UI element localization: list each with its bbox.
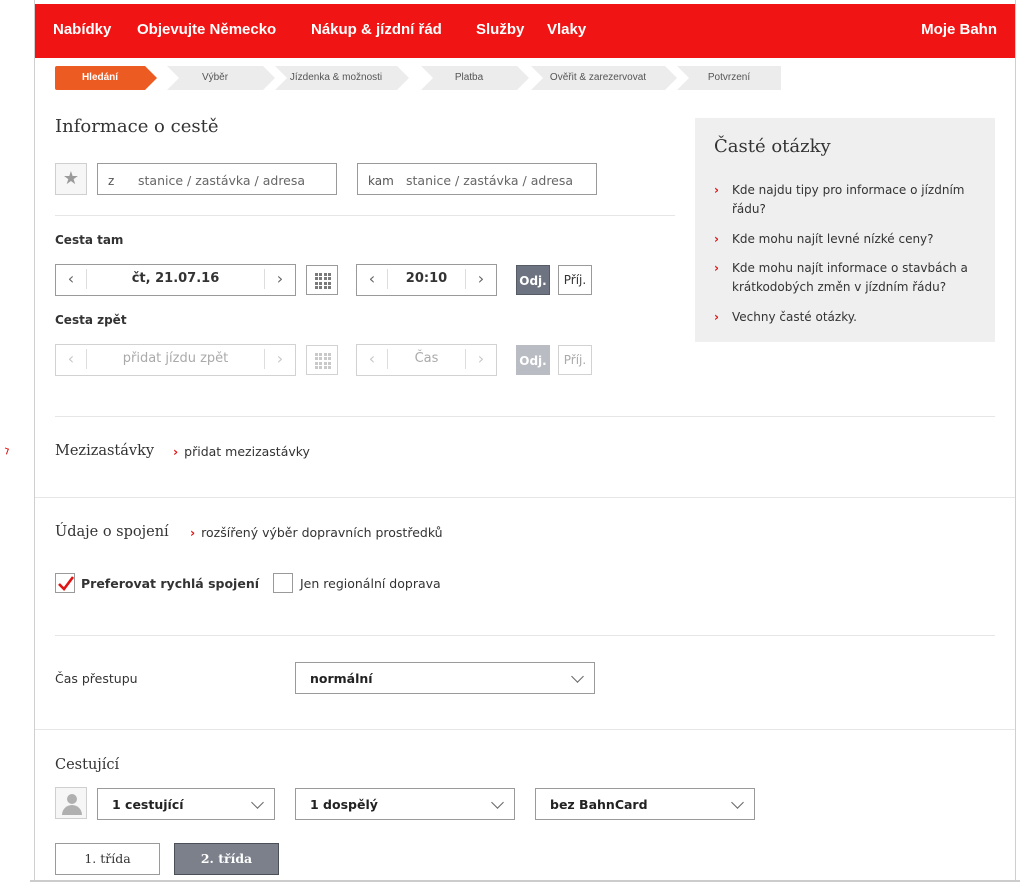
traveller-type-select[interactable]: 1 dospělý — [295, 788, 515, 820]
stray-mark — [3, 447, 9, 455]
chevron-right-icon: › — [714, 261, 719, 275]
chevron-down-icon — [491, 796, 504, 809]
nav-item-trains[interactable]: Vlaky — [547, 21, 586, 38]
from-prefix: z — [108, 174, 115, 188]
chevron-right-icon: › — [714, 310, 719, 324]
divider — [55, 635, 995, 636]
divider — [55, 416, 995, 417]
chevron-down-icon — [731, 796, 744, 809]
main-navigation: Nabídky Objevujte Německo Nákup & jízdní… — [35, 4, 1015, 58]
traveller-count-select[interactable]: 1 cestující — [97, 788, 275, 820]
nav-item-services[interactable]: Služby — [476, 21, 524, 38]
chevron-right-icon[interactable]: › — [466, 345, 496, 375]
step-verify-book: Ověřit & zarezervovat — [531, 66, 677, 90]
to-prefix: kam — [368, 174, 394, 188]
regional-only-checkbox[interactable] — [273, 573, 293, 593]
chevron-right-icon[interactable]: › — [265, 265, 295, 295]
chevron-left-icon[interactable]: ‹ — [357, 265, 387, 295]
outbound-date[interactable]: čt, 21.07.16 — [86, 265, 265, 293]
step-search: Hledání — [55, 66, 157, 90]
return-label: Cesta zpět — [55, 313, 127, 327]
checkmark-icon — [58, 576, 75, 591]
transfer-time-label: Čas přestupu — [55, 671, 138, 686]
return-date-picker: ‹ přidat jízdu zpět › — [55, 344, 296, 376]
stops-title: Mezizastávky — [55, 443, 155, 459]
nav-item-discover-germany[interactable]: Objevujte Německo — [137, 21, 276, 38]
outbound-departure-toggle[interactable]: Odj. — [516, 265, 550, 295]
booking-page: Nabídky Objevujte Německo Nákup & jízdní… — [34, 0, 1016, 882]
faq-item[interactable]: › Kde mohu najít levné nízké ceny? — [714, 230, 984, 249]
star-icon: ★ — [62, 168, 80, 189]
chevron-right-icon: › — [173, 444, 179, 459]
transfer-time-value: normální — [310, 671, 373, 686]
chevron-left-icon[interactable]: ‹ — [56, 265, 86, 295]
chevron-right-icon[interactable]: › — [265, 345, 295, 375]
travellers-title: Cestující — [55, 757, 120, 773]
traveller-count-value: 1 cestující — [112, 797, 184, 812]
connection-title: Údaje o spojení — [55, 524, 169, 540]
chevron-right-icon: › — [714, 183, 719, 197]
divider — [35, 729, 1015, 730]
outbound-date-picker: ‹ čt, 21.07.16 › — [55, 264, 296, 296]
chevron-down-icon — [251, 796, 264, 809]
return-time-placeholder[interactable]: Čas — [387, 345, 466, 373]
chevron-right-icon[interactable]: › — [466, 265, 496, 295]
bahncard-select[interactable]: bez BahnCard — [535, 788, 755, 820]
regional-only-label: Jen regionální doprava — [300, 576, 441, 591]
advanced-transport-link[interactable]: › rozšířený výběr dopravních prostředků — [190, 525, 443, 540]
divider — [55, 215, 675, 216]
add-stops-link[interactable]: › přidat mezizastávky — [173, 444, 310, 459]
from-placeholder: stanice / zastávka / adresa — [138, 173, 306, 188]
faq-item[interactable]: › Kde mohu najít informace o stavbách a … — [714, 259, 984, 297]
faq-panel: Časté otázky › Kde najdu tipy pro inform… — [695, 118, 995, 342]
nav-item-my-account[interactable]: Moje Bahn — [921, 21, 997, 38]
step-confirmation: Potvrzení — [677, 66, 781, 90]
return-time-picker: ‹ Čas › — [356, 344, 497, 376]
from-station-input[interactable]: z stanice / zastávka / adresa — [97, 163, 337, 195]
transfer-time-select[interactable]: normální — [295, 662, 595, 694]
outbound-arrival-toggle[interactable]: Příj. — [558, 265, 592, 295]
outbound-time-picker: ‹ 20:10 › — [356, 264, 497, 296]
calendar-grid-icon — [315, 353, 331, 369]
return-date-placeholder[interactable]: přidat jízdu zpět — [86, 345, 265, 373]
chevron-right-icon: › — [190, 525, 196, 540]
traveller-profile-button[interactable] — [55, 787, 87, 819]
fast-connections-checkbox[interactable] — [55, 573, 75, 593]
outbound-time[interactable]: 20:10 — [387, 265, 466, 293]
second-class-button[interactable]: 2. třída — [174, 843, 279, 875]
chevron-right-icon: › — [714, 232, 719, 246]
trip-info-title: Informace o cestě — [55, 116, 219, 137]
return-arrival-toggle[interactable]: Příj. — [558, 345, 592, 375]
faq-item-all[interactable]: › Vechny časté otázky. — [714, 308, 984, 327]
return-calendar-button[interactable] — [306, 345, 338, 375]
calendar-grid-icon — [315, 273, 331, 289]
to-station-input[interactable]: kam stanice / zastávka / adresa — [357, 163, 597, 195]
bahncard-value: bez BahnCard — [550, 797, 648, 812]
chevron-left-icon[interactable]: ‹ — [56, 345, 86, 375]
outbound-label: Cesta tam — [55, 233, 124, 247]
return-departure-toggle[interactable]: Odj. — [516, 345, 550, 375]
divider — [35, 497, 1015, 498]
nav-item-booking-timetable[interactable]: Nákup & jízdní řád — [311, 21, 442, 38]
traveller-type-value: 1 dospělý — [310, 797, 378, 812]
to-placeholder: stanice / zastávka / adresa — [406, 173, 574, 188]
favorites-button[interactable]: ★ — [55, 163, 87, 195]
step-ticket-options: Jízdenka & možnosti — [275, 66, 409, 90]
faq-item[interactable]: › Kde najdu tipy pro informace o jízdním… — [714, 181, 984, 219]
step-selection: Výběr — [167, 66, 275, 90]
step-payment: Platba — [421, 66, 529, 90]
outbound-calendar-button[interactable] — [306, 265, 338, 295]
nav-item-offers[interactable]: Nabídky — [53, 21, 111, 38]
fast-connections-label: Preferovat rychlá spojení — [81, 576, 259, 591]
chevron-left-icon[interactable]: ‹ — [357, 345, 387, 375]
first-class-button[interactable]: 1. třída — [55, 843, 160, 875]
chevron-down-icon — [571, 670, 584, 683]
faq-title: Časté otázky — [714, 136, 831, 157]
